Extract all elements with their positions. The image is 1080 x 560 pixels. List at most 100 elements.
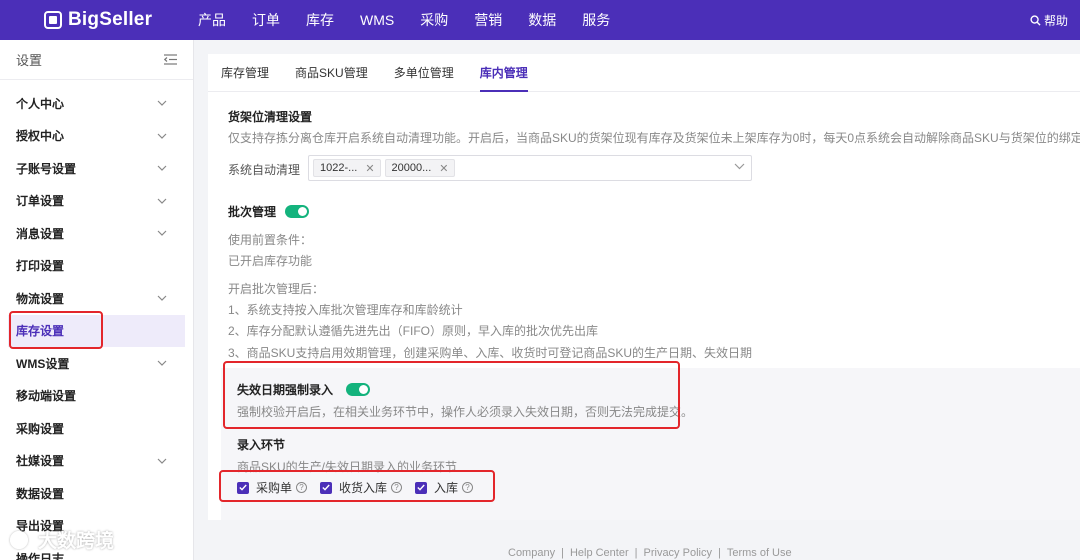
tab-sku-management[interactable]: 商品SKU管理 (295, 54, 368, 91)
chevron-down-icon (157, 230, 167, 237)
nav-item-purchase[interactable]: 采购 (420, 10, 448, 30)
sidebar-item[interactable]: 订单设置 (8, 185, 185, 218)
nav-item-orders[interactable]: 订单 (252, 10, 280, 30)
tab-multi-unit-management[interactable]: 多单位管理 (394, 54, 454, 91)
batch-management-title: 批次管理 (228, 205, 277, 219)
footer-separator: | (561, 547, 564, 559)
tag-label: 1022-... (320, 162, 358, 174)
checkbox-checked-icon[interactable] (237, 481, 249, 494)
sidebar-item[interactable]: 数据设置 (8, 477, 185, 510)
sidebar-item[interactable]: 个人中心 (8, 87, 185, 120)
footer-separator: | (634, 547, 638, 559)
chevron-down-icon (157, 458, 167, 464)
help-circle-icon[interactable]: ? (296, 482, 308, 493)
sidebar-item-label: 数据设置 (16, 486, 65, 501)
close-icon[interactable]: ✕ (439, 162, 448, 175)
batch-management-toggle[interactable] (285, 205, 310, 218)
sidebar-item-label: 订单设置 (16, 194, 65, 209)
sidebar-item[interactable]: 社媒设置 (8, 445, 185, 478)
sidebar-item-label: 移动端设置 (16, 389, 77, 404)
precondition-label: 使用前置条件： (228, 233, 313, 247)
sidebar-title: 设置 (16, 53, 43, 68)
watermark-text: 大数跨境 (38, 531, 115, 552)
sidebar-item-label: 子账号设置 (16, 161, 77, 176)
help-circle-icon[interactable]: ? (391, 482, 403, 493)
bigseller-logo[interactable]: BigSeller (44, 9, 188, 31)
selected-tag: 1022-... ✕ (313, 159, 381, 177)
entry-title: 录入环节 (237, 438, 286, 452)
chevron-down-icon (157, 198, 167, 204)
sidebar-item-label: 消息设置 (16, 226, 65, 241)
tab-inventory-management[interactable]: 库存管理 (221, 54, 269, 91)
checkbox-label: 收货入库 (339, 481, 388, 495)
expiry-toggle[interactable] (346, 383, 371, 396)
sidebar-item[interactable]: 消息设置 (8, 217, 185, 250)
shelf-cleanup-desc: 仅支持存拣分离仓库开启系统自动清理功能。开启后，当商品SKU的货架位现有库存及货… (228, 131, 1080, 145)
batch-point-3: 3、商品SKU支持启用效期管理，创建采购单、入库、收货时可登记商品SKU的生产日… (228, 346, 753, 360)
tag-label: 20000... (391, 162, 432, 174)
batch-management-row: 批次管理 (228, 203, 310, 220)
sidebar-header: 设置 (0, 40, 193, 80)
sidebar-item[interactable]: 库存设置 (8, 314, 185, 347)
footer-link-terms-of-use[interactable]: Terms of Use (727, 547, 792, 559)
sidebar-item[interactable]: 物流设置 (8, 282, 185, 315)
batch-point-1: 1、系统支持按入库批次管理库存和库龄统计 (228, 303, 463, 317)
main-nav: 产品 订单 库存 WMS 采购 营销 数据 服务 (198, 10, 636, 30)
nav-item-products[interactable]: 产品 (198, 10, 226, 30)
collapse-menu-icon[interactable] (164, 54, 177, 65)
checkbox-receive-inbound[interactable]: 收货入库 ? (320, 479, 403, 496)
main-panel: 库存管理 商品SKU管理 多单位管理 库内管理 货架位清理设置 仅支持存拣分离仓… (208, 54, 1080, 520)
help-button[interactable]: 帮助 (1030, 12, 1068, 29)
footer-link-help-center[interactable]: Help Center (570, 547, 629, 559)
help-circle-icon[interactable]: ? (462, 482, 474, 493)
sidebar-item[interactable]: 移动端设置 (8, 380, 185, 413)
after-enable-label: 开启批次管理后： (228, 282, 325, 296)
auto-clean-warehouse-select[interactable]: 1022-... ✕ 20000... ✕ (308, 155, 752, 181)
settings-sidebar: 设置 个人中心授权中心子账号设置订单设置消息设置打印设置物流设置库存设置 WMS设… (0, 40, 194, 560)
footer-links: Company | Help Center | Privacy Policy |… (508, 547, 792, 559)
settings-tabs: 库存管理 商品SKU管理 多单位管理 库内管理 (208, 54, 1080, 92)
sidebar-item-label: 打印设置 (16, 259, 65, 274)
checkbox-inbound[interactable]: 入库 ? (415, 479, 474, 496)
checkbox-label: 采购单 (256, 481, 293, 495)
nav-item-services[interactable]: 服务 (582, 10, 610, 30)
tab-warehouse-management[interactable]: 库内管理 (479, 54, 528, 92)
sidebar-item[interactable]: WMS设置 (8, 347, 185, 380)
auto-clean-label: 系统自动清理 (228, 163, 301, 177)
nav-item-data[interactable]: 数据 (528, 10, 556, 30)
checkbox-purchase-order[interactable]: 采购单 ? (237, 479, 308, 496)
chevron-down-icon (157, 133, 167, 139)
nav-item-wms[interactable]: WMS (360, 12, 394, 28)
top-navbar: BigSeller 产品 订单 库存 WMS 采购 营销 数据 服务 帮助 (0, 0, 1080, 40)
logo-icon (44, 11, 62, 29)
sidebar-item[interactable]: 子账号设置 (8, 152, 185, 185)
sidebar-item-label: 采购设置 (16, 421, 65, 436)
sidebar-item-label: 授权中心 (16, 129, 65, 144)
expiry-row: 失效日期强制录入 (237, 381, 371, 398)
nav-item-marketing[interactable]: 营销 (474, 10, 502, 30)
selected-tag: 20000... ✕ (384, 159, 455, 177)
footer-link-privacy-policy[interactable]: Privacy Policy (644, 547, 712, 559)
footer-separator: | (717, 547, 721, 559)
checkbox-checked-icon[interactable] (415, 481, 427, 494)
chevron-down-icon (157, 165, 167, 172)
chevron-down-icon (734, 163, 745, 170)
expiry-settings-panel: 失效日期强制录入 强制校验开启后，在相关业务环节中，操作人必须录入失效日期，否则… (221, 368, 1080, 520)
footer-link-company[interactable]: Company (508, 547, 555, 559)
watermark: 大数跨境 (10, 526, 114, 553)
nav-item-inventory[interactable]: 库存 (306, 10, 334, 30)
sidebar-item[interactable]: 采购设置 (8, 412, 185, 445)
sidebar-menu: 个人中心授权中心子账号设置订单设置消息设置打印设置物流设置库存设置 WMS设置移动… (0, 80, 193, 560)
sidebar-item-label: 库存设置 (16, 324, 65, 339)
precondition-value: 已开启库存功能 (228, 254, 313, 268)
sidebar-item-label: 社媒设置 (16, 454, 65, 469)
chevron-down-icon (157, 360, 167, 367)
close-icon[interactable]: ✕ (365, 162, 374, 175)
chevron-down-icon (157, 100, 167, 107)
help-label: 帮助 (1043, 14, 1068, 28)
sidebar-item[interactable]: 打印设置 (8, 250, 185, 283)
checkbox-label: 入库 (434, 481, 459, 495)
entry-desc: 商品SKU的生产/失效日期录入的业务环节 (237, 460, 458, 474)
sidebar-item[interactable]: 授权中心 (8, 120, 185, 153)
checkbox-checked-icon[interactable] (320, 481, 332, 494)
